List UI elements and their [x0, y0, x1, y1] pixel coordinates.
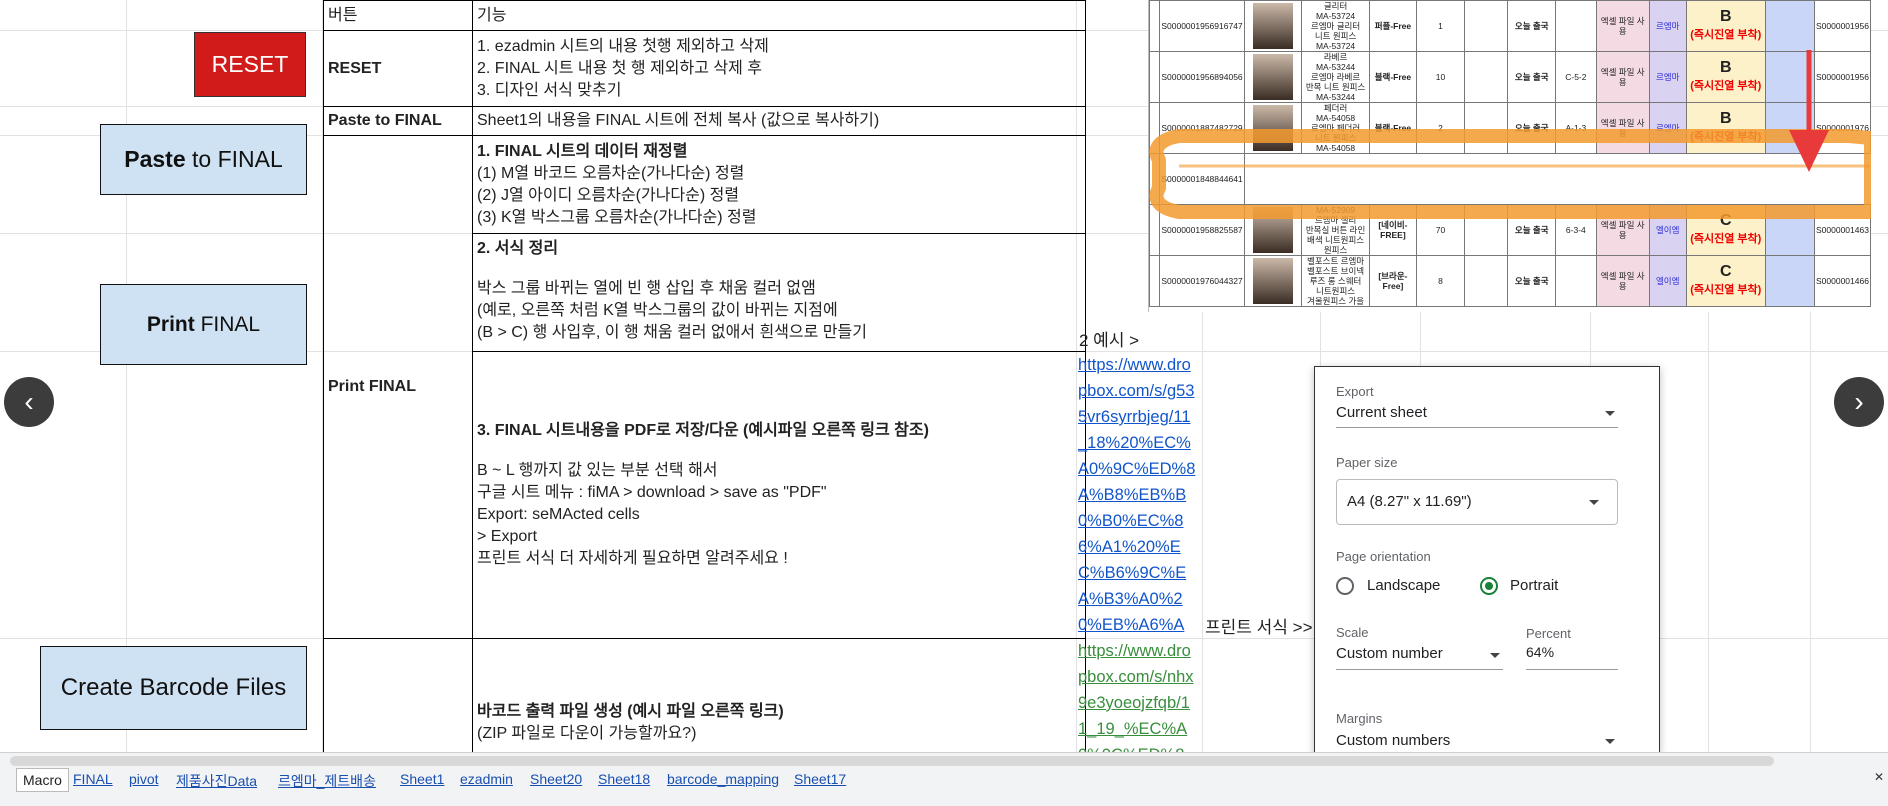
print-block-3-title: 3. FINAL 시트내용을 PDF로 저장/다운 (예시파일 오른쪽 링크 참… — [477, 422, 929, 439]
barcode-title: 바코드 출력 파일 생성 (예시 파일 오른쪽 링크) — [477, 703, 784, 720]
print-block-3-line-2: 구글 시트 메뉴 : fiMA > download > save as "PD… — [477, 484, 827, 501]
print-format-label: 프린트 서식 >> — [1205, 618, 1313, 637]
print-block-3-line-1: B ~ L 행까지 값 있는 부분 선택 해서 — [477, 462, 718, 479]
table-row-paste: Paste to FINAL Sheet1의 내용을 FINAL 시트에 전체 … — [323, 106, 1086, 136]
print-block-1-line-3: (3) K열 박스그룹 오름차순(가나다순) 정렬 — [477, 208, 757, 226]
reset-button-label: RESET — [211, 51, 289, 77]
orange-highlight-band — [1149, 129, 1871, 219]
margins-label: Margins — [1336, 711, 1383, 726]
paper-size-label: Paper size — [1336, 455, 1398, 470]
print-block-1-line-1: (1) M열 바코드 오름차순(가나다순) 정렬 — [477, 164, 745, 182]
sheet-tab[interactable]: Sheet18 — [598, 771, 650, 787]
chevron-down-icon — [1490, 653, 1500, 658]
example-label: 2 예시 > — [1079, 331, 1140, 350]
grid-column-line — [126, 0, 127, 752]
print-block-1-line-2: (2) J열 아이디 오름차순(가나다순) 정렬 — [477, 186, 740, 204]
table-row-barcode: 바코드 출력 파일 생성 (예시 파일 오른쪽 링크) (ZIP 파일로 다운이… — [323, 638, 1086, 759]
sheet-tab[interactable]: Sheet1 — [400, 771, 444, 787]
print-final-button[interactable]: Print FINAL — [100, 284, 307, 365]
reset-line-3: 3. 디자인 서식 맞추기 — [477, 81, 622, 99]
print-block-3-line-4: > Export — [477, 528, 538, 545]
sheet-tab[interactable]: Macro — [16, 768, 69, 792]
orientation-label: Page orientation — [1336, 549, 1431, 564]
pdf-example-link[interactable]: https://www.dropbox.com/s/g535vr6syrrbje… — [1078, 352, 1196, 640]
table-row-print-1: Print FINAL 1. FINAL 시트의 데이터 재정렬 (1) M열 … — [323, 135, 1086, 639]
export-underline — [1336, 427, 1618, 428]
sheet-tab[interactable]: FINAL — [73, 771, 113, 787]
export-label: Export — [1336, 384, 1374, 399]
percent-label: Percent — [1526, 626, 1571, 641]
barcode-desc: 바코드 출력 파일 생성 (예시 파일 오른쪽 링크) (ZIP 파일로 다운이… — [472, 638, 1086, 759]
close-icon[interactable]: ✕ — [1874, 770, 1884, 784]
print-block-1-title: 1. FINAL 시트의 데이터 재정렬 — [477, 142, 688, 160]
paste-button-label-bold: Paste — [124, 146, 186, 172]
scale-label: Scale — [1336, 625, 1369, 640]
percent-underline — [1526, 669, 1618, 670]
header-button-col: 버튼 — [323, 0, 473, 31]
portrait-radio[interactable] — [1480, 577, 1498, 595]
radio-selected-dot — [1485, 582, 1493, 590]
print-block-3: 3. FINAL 시트내용을 PDF로 저장/다운 (예시파일 오른쪽 링크 참… — [472, 351, 1086, 639]
table-row-reset: RESET 1. ezadmin 시트의 내용 첫행 제외하고 삭제 2. FI… — [323, 30, 1086, 107]
sheet-tab[interactable]: 제품사진Data — [176, 771, 257, 791]
portrait-label: Portrait — [1510, 577, 1559, 594]
export-select[interactable]: Current sheet — [1336, 404, 1427, 421]
print-block-3-line-3: Export: seMActed cells — [477, 506, 640, 523]
barcode-line: (ZIP 파일로 다운이 가능할까요?) — [477, 725, 697, 742]
margins-select[interactable]: Custom numbers — [1336, 732, 1450, 749]
reset-line-1: 1. ezadmin 시트의 내용 첫행 제외하고 삭제 — [477, 37, 769, 55]
chevron-right-icon: › — [1854, 386, 1864, 417]
landscape-label: Landscape — [1367, 577, 1441, 594]
print-block-2: 2. 서식 정리 박스 그룹 바뀌는 열에 빈 행 삽입 후 채움 컬러 없앰 … — [472, 233, 1086, 352]
print-block-2-line-2: (예로, 오른쪽 처럼 K열 박스그룹의 값이 바뀌는 지점에 — [477, 302, 838, 319]
print-block-3-line-5: 프린트 서식 더 자세하게 필요하면 알려주세요 ! — [477, 550, 788, 567]
paste-name: Paste to FINAL — [323, 106, 473, 136]
paste-desc: Sheet1의 내용을 FINAL 시트에 전체 복사 (값으로 복사하기) — [472, 106, 1086, 136]
sheet-tab[interactable]: Sheet20 — [530, 771, 582, 787]
paper-size-value: A4 (8.27" x 11.69") — [1347, 493, 1472, 510]
sheet-tab[interactable]: ezadmin — [460, 771, 513, 787]
create-barcode-files-button[interactable]: Create Barcode Files — [40, 646, 307, 730]
scale-select[interactable]: Custom number — [1336, 645, 1443, 662]
print-button-label-bold: Print — [146, 312, 195, 336]
print-block-1: 1. FINAL 시트의 데이터 재정렬 (1) M열 바코드 오름차순(가나다… — [472, 135, 1086, 234]
landscape-radio[interactable] — [1336, 577, 1354, 595]
final-sheet-example-image: S0000001956916747 글리터 MA-53724 르엠마 글리터 니트… — [1148, 0, 1871, 312]
reset-button[interactable]: RESET — [194, 32, 306, 97]
sheet-tab[interactable]: Sheet17 — [794, 771, 846, 787]
next-arrow-button[interactable]: › — [1834, 377, 1884, 427]
chevron-down-icon — [1605, 411, 1615, 416]
barcode-name — [323, 638, 473, 759]
print-block-2-title: 2. 서식 정리 — [477, 240, 559, 257]
zip-example-link[interactable]: https://www.dropbox.com/s/nhx9e3yoeojzfq… — [1078, 638, 1196, 752]
reset-desc: 1. ezadmin 시트의 내용 첫행 제외하고 삭제 2. FINAL 시트… — [472, 30, 1086, 107]
table-header-row: 버튼 기능 — [323, 0, 1086, 31]
reset-name: RESET — [323, 30, 473, 107]
sheet-tab[interactable]: pivot — [129, 771, 159, 787]
print-block-2-line-1: 박스 그룹 바뀌는 열에 빈 행 삽입 후 채움 컬러 없앰 — [477, 280, 816, 297]
previous-arrow-button[interactable]: ‹ — [4, 377, 54, 427]
header-function-col: 기능 — [472, 0, 1086, 31]
print-button-label: FINAL — [194, 312, 261, 336]
sheet-tab[interactable]: 르엠마_제트배송 — [278, 771, 376, 791]
print-settings-panel: Export Current sheet Paper size A4 (8.27… — [1314, 366, 1660, 754]
percent-input[interactable]: 64% — [1526, 644, 1554, 660]
scale-underline — [1336, 669, 1503, 670]
chevron-down-icon — [1605, 739, 1615, 744]
paste-to-final-button[interactable]: Paste to FINAL — [100, 124, 307, 195]
print-block-2-line-3: (B > C) 행 사입후, 이 행 채움 컬러 없애서 흰색으로 만들기 — [477, 324, 867, 341]
barcode-button-label: Create Barcode Files — [60, 674, 287, 701]
paper-size-select[interactable]: A4 (8.27" x 11.69") — [1336, 479, 1618, 525]
paste-button-label: to FINAL — [185, 146, 283, 172]
print-name: Print FINAL — [323, 135, 473, 639]
horizontal-scrollbar[interactable] — [10, 756, 1774, 766]
reset-line-2: 2. FINAL 시트 내용 첫 행 제외하고 삭제 후 — [477, 59, 763, 77]
chevron-down-icon — [1589, 500, 1599, 505]
macro-description-table: 버튼 기능 RESET 1. ezadmin 시트의 내용 첫행 제외하고 삭제… — [323, 0, 1086, 759]
annotation-overlay — [1149, 50, 1871, 219]
chevron-left-icon: ‹ — [24, 386, 34, 417]
sheet-tab[interactable]: barcode_mapping — [667, 771, 779, 787]
